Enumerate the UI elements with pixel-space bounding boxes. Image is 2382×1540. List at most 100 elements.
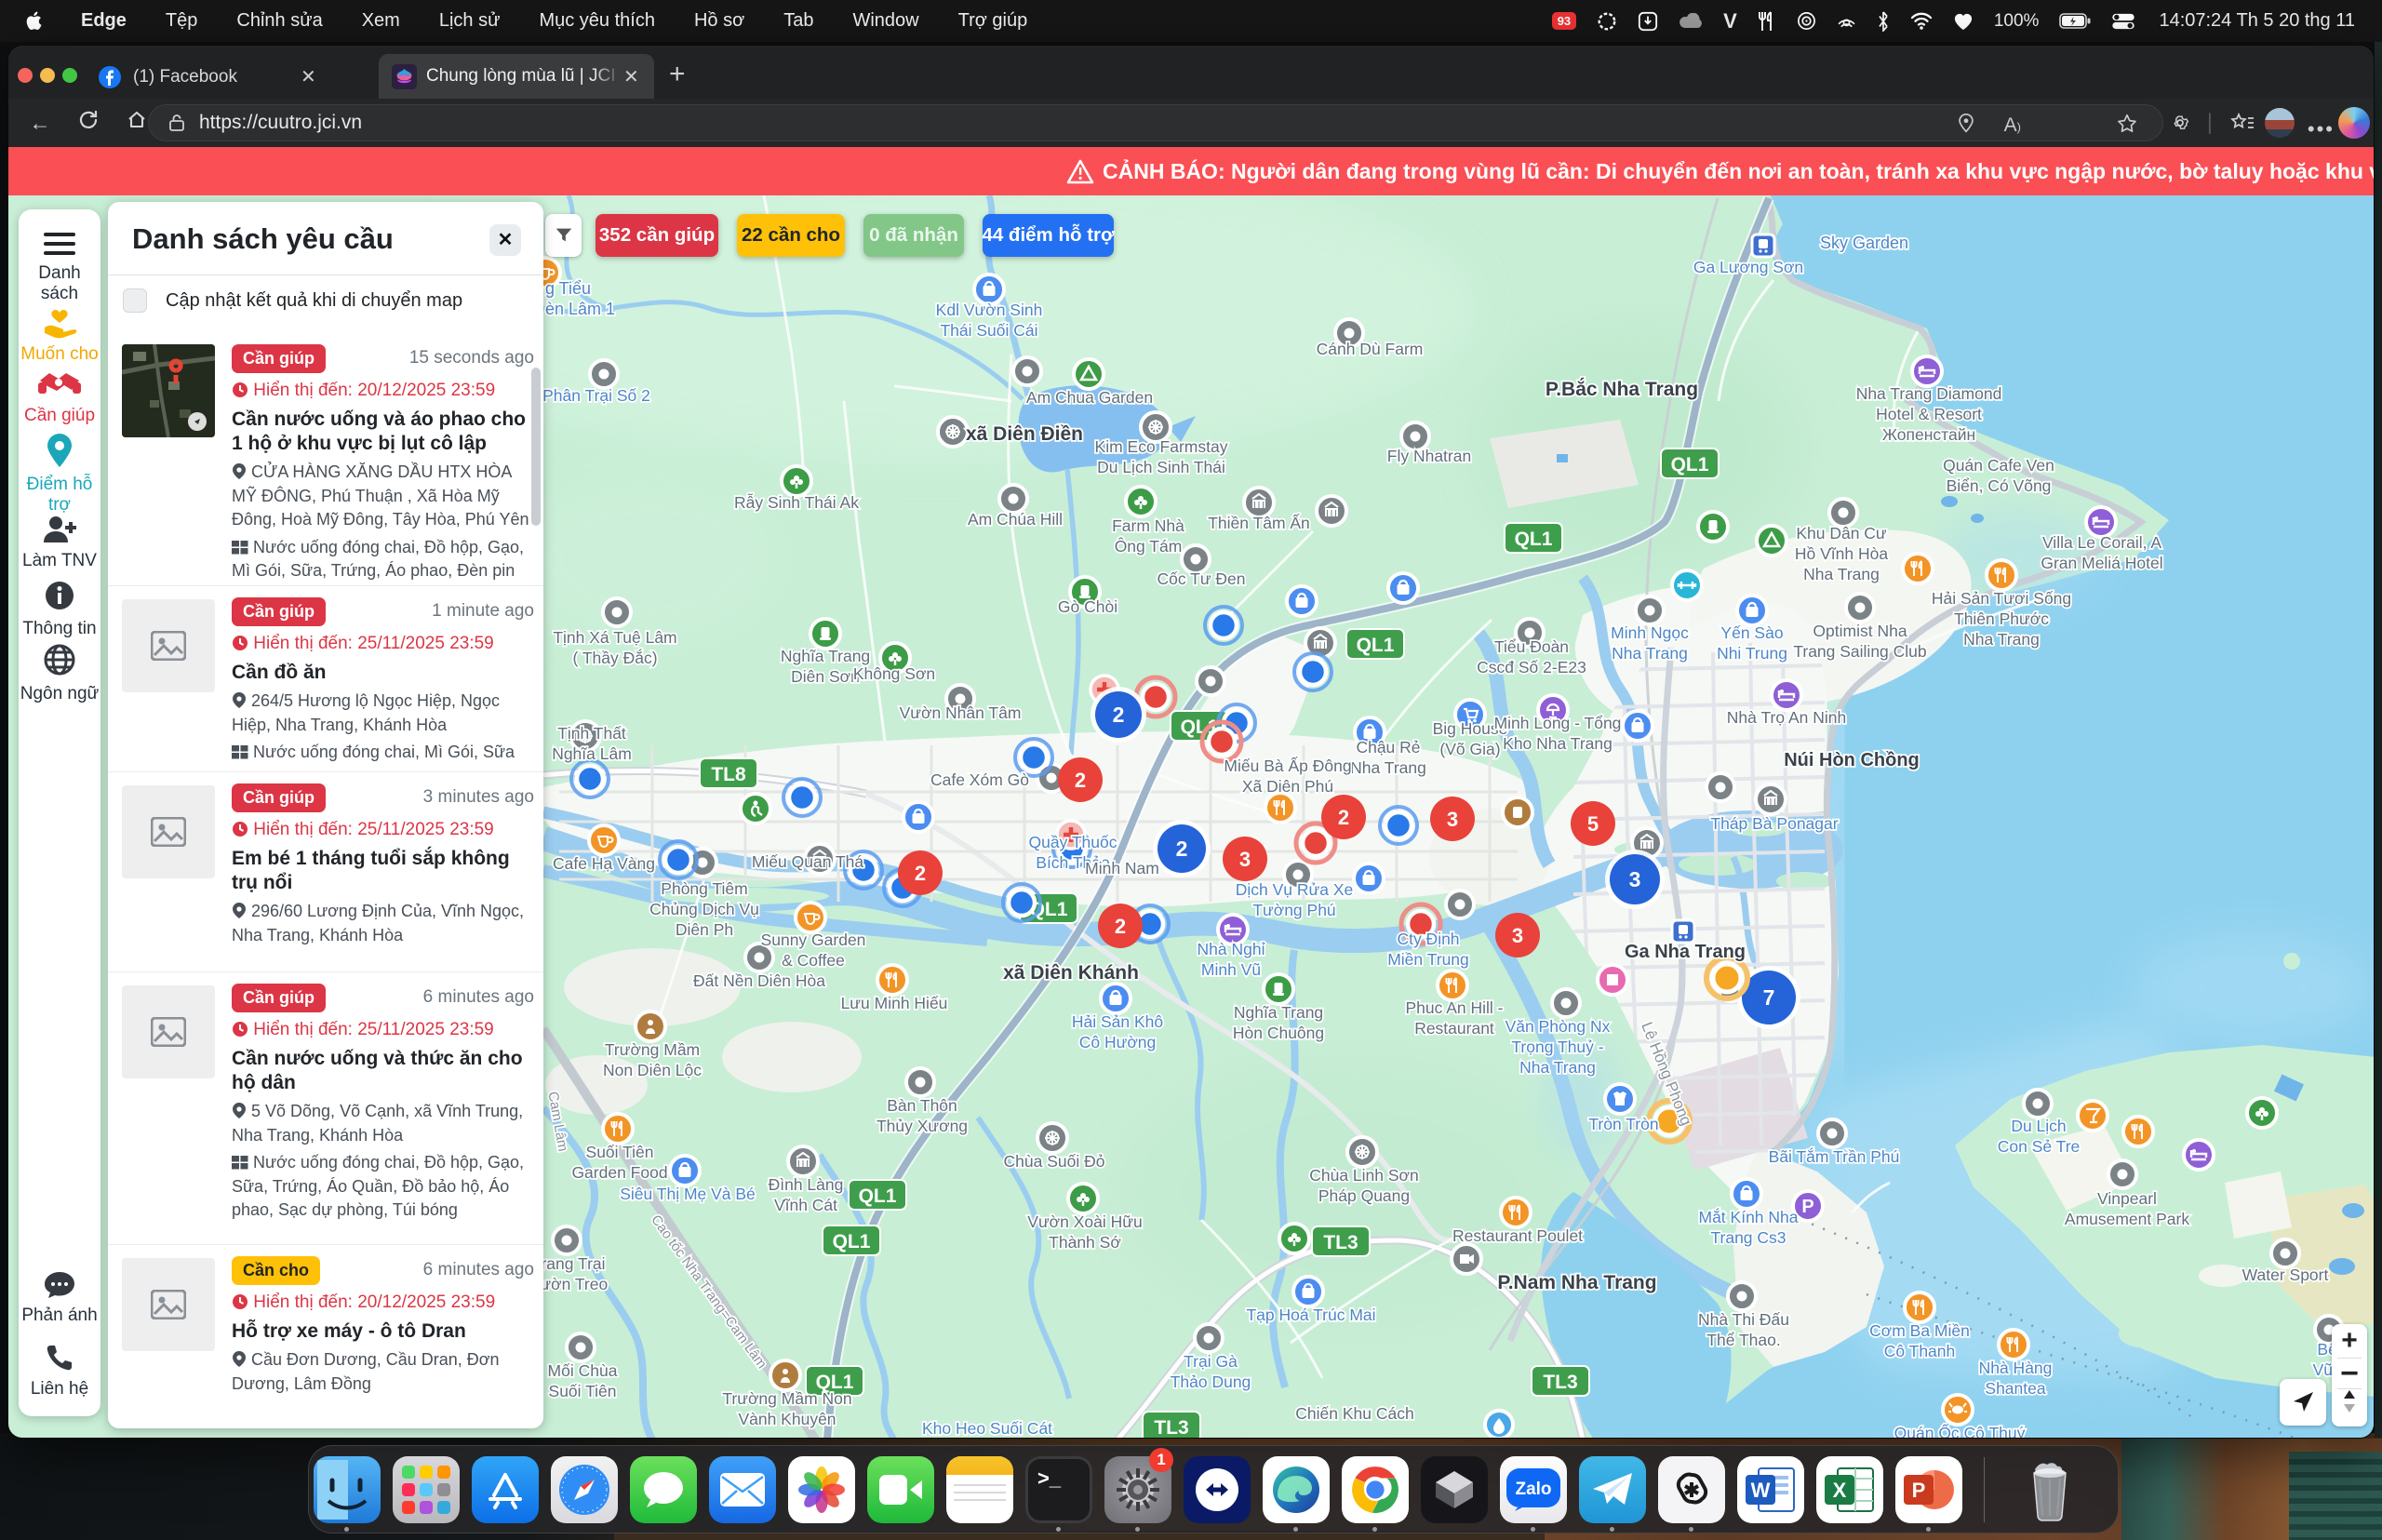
svg-text:Nha Trang: Nha Trang [1963,630,2040,649]
svg-text:Thiền Tâm Ấn: Thiền Tâm Ấn [1208,513,1310,532]
svg-text:Miếu Bà Ấp Đông: Miếu Bà Ấp Đông [1224,756,1351,775]
svg-text:Rẫy Sinh Thái Ak: Rẫy Sinh Thái Ak [734,492,859,512]
svg-text:Dịch Vụ Rửa Xe: Dịch Vụ Rửa Xe [1236,880,1354,899]
svg-text:Xã Diên Phú: Xã Diên Phú [1242,777,1333,796]
svg-text:Thể Thao.: Thể Thao. [1706,1331,1780,1349]
svg-text:P.Nam Nha Trang: P.Nam Nha Trang [1497,1272,1656,1293]
svg-text:5: 5 [1587,812,1599,836]
svg-text:Nhà Hàng: Nhà Hàng [1979,1359,2053,1377]
svg-text:Fly Nhatran: Fly Nhatran [1387,447,1471,465]
svg-text:Chùa Linh Sơn: Chùa Linh Sơn [1309,1166,1419,1185]
svg-text:Cafe Hạ Vàng: Cafe Hạ Vàng [553,854,655,873]
svg-text:Quán Cafe Ven: Quán Cafe Ven [1943,456,2054,475]
svg-text:Nha Trang: Nha Trang [1350,758,1426,777]
svg-text:Minh Vũ: Minh Vũ [1201,960,1261,979]
svg-text:Bàn Thôn: Bàn Thôn [887,1096,957,1115]
svg-text:Suối Tiên: Suối Tiên [586,1143,654,1161]
svg-text:3: 3 [1629,867,1641,891]
svg-text:Kho Nha Trang: Kho Nha Trang [1503,734,1613,753]
svg-text:Du Lịch Sinh Thái: Du Lịch Sinh Thái [1097,458,1225,476]
svg-text:Siêu Thị Mẹ Và Bé: Siêu Thị Mẹ Và Bé [620,1185,756,1203]
svg-text:2: 2 [1075,769,1086,792]
svg-text:Khu Dân Cư: Khu Dân Cư [1796,524,1887,542]
svg-text:TL3: TL3 [1543,1372,1577,1393]
svg-text:P: P [1912,1479,1926,1502]
svg-text:Kho Heo Suối Cát: Kho Heo Suối Cát [922,1419,1052,1438]
svg-text:2: 2 [1113,703,1125,727]
svg-text:Kdl Vườn Sinh: Kdl Vườn Sinh [936,301,1043,319]
svg-text:Hải Sản Tươi Sống: Hải Sản Tươi Sống [1932,589,2071,608]
svg-text:Quán Ốc Cô Thuý: Quán Ốc Cô Thuý [1894,1423,2026,1439]
svg-text:Mối Chùa: Mối Chùa [548,1361,618,1380]
svg-text:Tiểu Đoàn: Tiểu Đoàn [1494,637,1569,656]
svg-text:Suối Tiên: Suối Tiên [549,1382,617,1400]
svg-text:Gò Chòi: Gò Chòi [1058,597,1117,616]
svg-text:(Võ Gia): (Võ Gia) [1439,740,1500,758]
svg-text:Minh Long - Tổng: Minh Long - Tổng [1494,714,1622,732]
svg-text:Trang Sailing Club: Trang Sailing Club [1793,642,1926,661]
svg-text:2: 2 [915,862,926,885]
svg-text:Am Chúa Hill: Am Chúa Hill [968,510,1063,529]
svg-text:2: 2 [1338,806,1349,829]
svg-text:Không Sơn: Không Sơn [853,664,935,683]
svg-text:Cty Định: Cty Định [1397,930,1459,948]
svg-text:Cô Thanh: Cô Thanh [1884,1342,1956,1360]
svg-text:Restaurant: Restaurant [1414,1019,1494,1038]
svg-text:xã Diên Điền: xã Diên Điền [966,423,1083,445]
svg-text:Am Chua Garden: Am Chua Garden [1026,388,1153,407]
svg-text:Quầy Thuốc: Quầy Thuốc [1028,833,1117,851]
svg-text:Du Lịch: Du Lịch [2011,1117,2066,1135]
svg-text:Pháp Quang: Pháp Quang [1318,1186,1410,1205]
svg-text:Nghĩa Trang: Nghĩa Trang [1234,1003,1323,1022]
svg-text:Nhà Nghỉ: Nhà Nghỉ [1198,940,1265,958]
svg-text:( Thầy Đắc): ( Thầy Đắc) [572,648,657,667]
svg-text:QL1: QL1 [859,1185,897,1207]
svg-text:Thiên Phước: Thiên Phước [1954,609,2049,628]
svg-text:& Coffee: & Coffee [782,951,845,970]
svg-text:Chủng Dịch Vụ: Chủng Dịch Vụ [649,900,759,918]
svg-text:Garden Food: Garden Food [571,1163,667,1182]
svg-text:Nghĩa Lâm: Nghĩa Lâm [552,744,632,763]
svg-text:3: 3 [1512,924,1523,947]
svg-text:Cơm Ba Miền: Cơm Ba Miền [1869,1321,1970,1340]
svg-text:Hòn Chuông: Hòn Chuông [1233,1024,1324,1042]
svg-text:Đình Làng: Đình Làng [769,1175,844,1194]
svg-text:Vườn Nhân Tâm: Vườn Nhân Tâm [900,703,1022,722]
svg-text:Bãi Tắm Trần Phú: Bãi Tắm Trần Phú [1769,1146,1900,1166]
svg-text:Mắt Kính Nha: Mắt Kính Nha [1699,1207,1799,1226]
svg-text:Ga Nha Trang: Ga Nha Trang [1625,942,1746,962]
svg-text:Núi Hòn Chồng: Núi Hòn Chồng [1784,750,1920,770]
svg-text:Sunny Garden: Sunny Garden [761,931,866,949]
svg-text:Miếu Quan Thá: Miếu Quan Thá [752,852,864,871]
svg-text:Trang Cs3: Trang Cs3 [1710,1228,1786,1247]
svg-text:Жопенстайн: Жопенстайн [1882,425,1975,444]
svg-text:Hồ Vĩnh Hòa: Hồ Vĩnh Hòa [1795,544,1888,563]
svg-text:TL8: TL8 [711,764,746,785]
svg-text:Optimist Nha: Optimist Nha [1813,622,1907,640]
svg-text:Water Sport: Water Sport [2242,1265,2329,1284]
svg-text:QL1: QL1 [1671,454,1709,475]
svg-text:Shantea: Shantea [1985,1379,2045,1398]
svg-text:TL3: TL3 [1323,1232,1358,1253]
svg-text:TL3: TL3 [1154,1417,1188,1439]
svg-text:Minh Nam: Minh Nam [1085,859,1159,877]
svg-text:Sky Garden: Sky Garden [1820,234,1908,252]
svg-text:Vĩnh Cát: Vĩnh Cát [774,1196,837,1214]
svg-text:Diên Sơn: Diên Sơn [791,667,860,686]
svg-text:Văn Phòng Nx: Văn Phòng Nx [1505,1017,1611,1036]
svg-text:Gran Meliá Hotel: Gran Meliá Hotel [2041,554,2162,572]
svg-text:xã Diên Khánh: xã Diên Khánh [1003,962,1139,984]
svg-text:Vườn Xoài Hữu: Vườn Xoài Hữu [1027,1212,1142,1231]
svg-text:Tịnh Thất: Tịnh Thất [557,724,626,743]
svg-text:Trường Mầm Non: Trường Mầm Non [722,1389,851,1408]
svg-text:Hải Sản Khô: Hải Sản Khô [1072,1012,1163,1031]
svg-text:Nhà Thi Đấu: Nhà Thi Đấu [1698,1310,1789,1329]
svg-text:Thảo Dung: Thảo Dung [1171,1373,1251,1391]
svg-text:Thủy Xương: Thủy Xương [877,1117,968,1135]
svg-text:Farm Nhà: Farm Nhà [1112,516,1184,535]
svg-text:W: W [1751,1479,1771,1502]
svg-text:Ông Tám: Ông Tám [1115,536,1183,556]
svg-text:Nha Trang: Nha Trang [1519,1058,1596,1077]
svg-text:Trường Mầm: Trường Mầm [605,1040,700,1059]
svg-text:Nha Trang: Nha Trang [1612,644,1688,663]
